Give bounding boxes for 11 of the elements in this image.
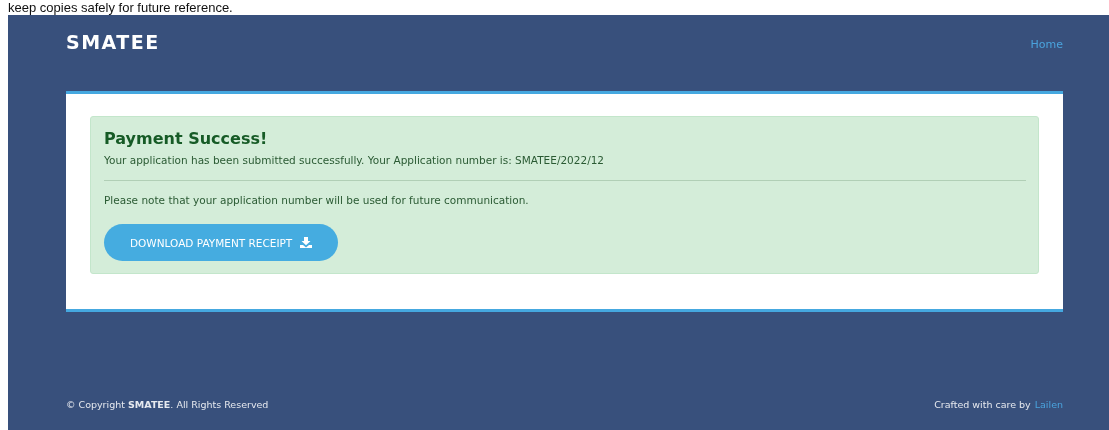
download-button[interactable]: DOWNLOAD PAYMENT RECEIPT: [104, 224, 339, 261]
info-note: Please note that your application number will be used for future communication.: [104, 194, 530, 206]
site-logo[interactable]: SMATEE: [66, 31, 160, 53]
success-message: Your application has been submitted successfully. Your Application number is: SMATEE/2022/12: [104, 154, 606, 166]
alert-title: Payment Success!: [104, 129, 269, 148]
copyright-text: © Copyright SMATEE. All Rights Reserved: [66, 398, 269, 410]
author-link[interactable]: Lailen: [1034, 398, 1063, 410]
nav-link[interactable]: Home: [1030, 37, 1063, 51]
download-icon: [300, 237, 313, 248]
credit-text: Crafted with care by: [934, 398, 1031, 410]
cut-off-text: keep copies safely for future reference.: [7, 0, 234, 15]
